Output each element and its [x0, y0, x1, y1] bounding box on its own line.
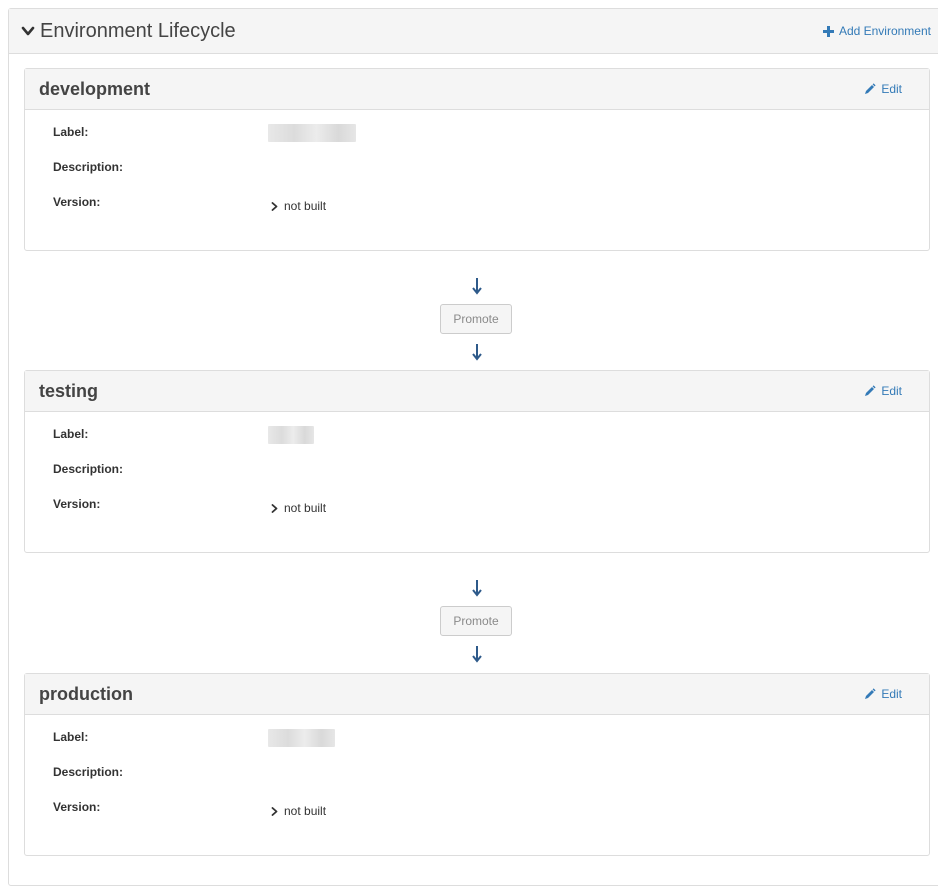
- pencil-icon: [865, 688, 876, 699]
- add-environment-link[interactable]: Add Environment: [822, 24, 931, 38]
- environment-card-development: development Edit Label: Description: Ver…: [24, 68, 930, 251]
- panel-title: Environment Lifecycle: [40, 19, 236, 42]
- chevron-right-icon: [271, 201, 278, 211]
- label-field-label: Label:: [53, 730, 89, 744]
- redacted-label-value: [268, 124, 356, 142]
- edit-label: Edit: [881, 82, 902, 96]
- arrow-down-icon: [472, 646, 482, 663]
- version-toggle[interactable]: not built: [271, 804, 326, 818]
- environment-header: testing Edit: [25, 371, 929, 412]
- environment-body: Label: Description: Version: not built: [25, 715, 929, 855]
- edit-environment-link[interactable]: Edit: [864, 384, 902, 398]
- version-value: not built: [284, 501, 327, 515]
- environment-lifecycle-panel: Environment Lifecycle Add Environment de…: [8, 8, 938, 886]
- description-field-label: Description:: [53, 765, 124, 779]
- arrow-down-icon: [472, 580, 482, 597]
- arrow-down-icon: [472, 278, 482, 295]
- version-value: not built: [284, 199, 327, 213]
- label-field-label: Label:: [53, 427, 89, 441]
- redacted-label-value: [268, 729, 335, 747]
- environment-name: production: [39, 683, 133, 704]
- environment-name: development: [39, 78, 151, 99]
- version-field-label: Version:: [53, 195, 101, 209]
- description-field-label: Description:: [53, 462, 124, 476]
- arrow-down-icon: [472, 344, 482, 361]
- version-toggle[interactable]: not built: [271, 501, 326, 515]
- chevron-right-icon: [271, 806, 278, 816]
- environment-body: Label: Description: Version: not built: [25, 110, 929, 250]
- chevron-down-icon: [21, 26, 35, 36]
- add-environment-label: Add Environment: [838, 24, 931, 38]
- environment-header: development Edit: [25, 69, 929, 110]
- chevron-right-icon: [271, 503, 278, 513]
- edit-environment-link[interactable]: Edit: [864, 82, 902, 96]
- promote-button[interactable]: Promote: [440, 304, 512, 334]
- pencil-icon: [865, 83, 876, 94]
- redacted-label-value: [268, 426, 314, 444]
- version-toggle[interactable]: not built: [271, 199, 326, 213]
- version-field-label: Version:: [53, 800, 101, 814]
- promote-button[interactable]: Promote: [440, 606, 512, 636]
- environment-name: testing: [39, 380, 99, 401]
- description-field-label: Description:: [53, 160, 124, 174]
- panel-title-toggle[interactable]: Environment Lifecycle: [21, 20, 236, 43]
- label-field-label: Label:: [53, 125, 89, 139]
- version-value: not built: [284, 804, 327, 818]
- environment-card-testing: testing Edit Label: Description: Version…: [24, 370, 930, 553]
- environment-body: Label: Description: Version: not built: [25, 412, 929, 552]
- version-field-label: Version:: [53, 497, 101, 511]
- environment-card-production: production Edit Label: Description: Vers…: [24, 673, 930, 856]
- pencil-icon: [865, 385, 876, 396]
- edit-label: Edit: [881, 687, 902, 701]
- edit-environment-link[interactable]: Edit: [864, 687, 902, 701]
- panel-heading: Environment Lifecycle Add Environment: [9, 9, 938, 54]
- plus-icon: [822, 25, 834, 37]
- edit-label: Edit: [881, 384, 902, 398]
- environment-header: production Edit: [25, 674, 929, 715]
